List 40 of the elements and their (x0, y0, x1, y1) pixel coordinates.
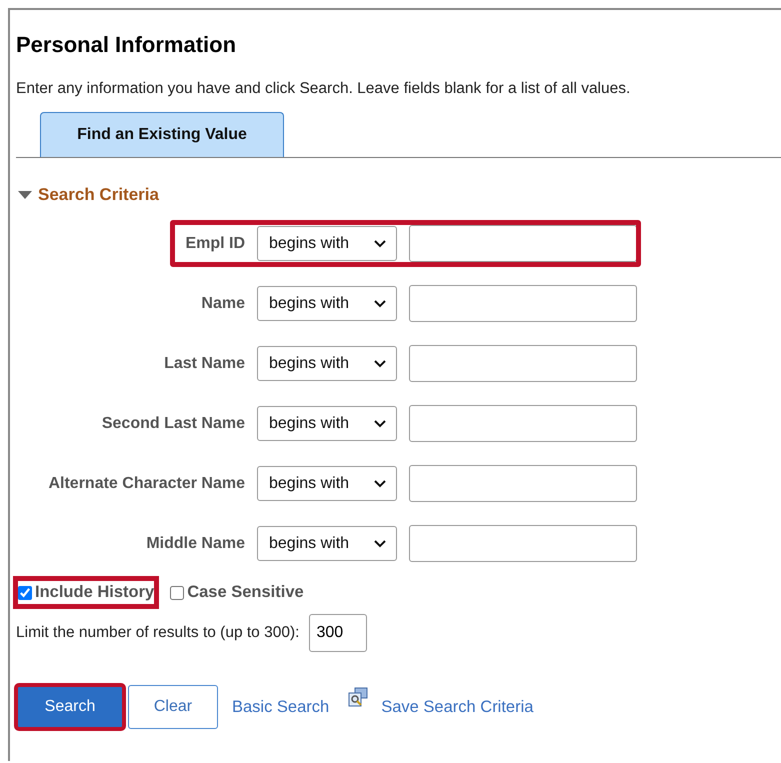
limit-label: Limit the number of results to (up to 300): (16, 624, 300, 642)
link[interactable]: Basic Search (232, 698, 330, 716)
input-field[interactable] (409, 285, 637, 322)
input-field[interactable] (409, 345, 637, 382)
chevron-down-icon (374, 420, 386, 428)
field-label: Empl ID (184, 234, 245, 252)
operator-dropdown[interactable]: begins with (257, 226, 397, 261)
tab[interactable]: Find an Existing Value (40, 112, 284, 157)
search-button[interactable]: Search (16, 685, 124, 729)
checkbox-option[interactable]: Case Sensitive (166, 577, 308, 608)
instructions-text: Enter any information you have and click Search. Leave fields blank for a list of all values. (16, 80, 632, 98)
operator-dropdown[interactable]: begins with (257, 526, 397, 561)
field-label: Middle Name (145, 534, 245, 552)
operator-dropdown[interactable]: begins with (257, 466, 397, 501)
field-label: Second Last Name (100, 414, 245, 432)
field-label: Last Name (163, 354, 245, 372)
checkbox[interactable] (18, 586, 32, 600)
checkbox[interactable] (170, 586, 184, 600)
clear-button[interactable]: Clear (128, 685, 218, 729)
checkbox-option[interactable]: Include History (14, 577, 158, 608)
chevron-down-icon (374, 300, 386, 308)
chevron-down-icon (374, 480, 386, 488)
page-title: Personal Information (16, 32, 238, 58)
section-heading[interactable]: Search Criteria (38, 185, 159, 205)
chevron-down-icon (374, 360, 386, 368)
limit-input-field[interactable]: 300 (309, 614, 368, 652)
input-field[interactable] (409, 405, 637, 442)
operator-dropdown[interactable]: begins with (257, 406, 397, 441)
chevron-down-icon (374, 240, 386, 248)
link[interactable]: Save Search Criteria (381, 698, 534, 716)
field-label: Name (200, 294, 245, 312)
input-field[interactable] (409, 525, 637, 562)
input-field[interactable] (409, 225, 637, 262)
collapse-triangle-icon[interactable] (18, 190, 32, 200)
operator-dropdown[interactable]: begins with (257, 286, 397, 321)
chevron-down-icon (374, 540, 386, 548)
input-field[interactable] (409, 465, 637, 502)
document-magnifier-icon[interactable] (347, 687, 370, 709)
operator-dropdown[interactable]: begins with (257, 346, 397, 381)
field-label: Alternate Character Name (47, 474, 245, 492)
